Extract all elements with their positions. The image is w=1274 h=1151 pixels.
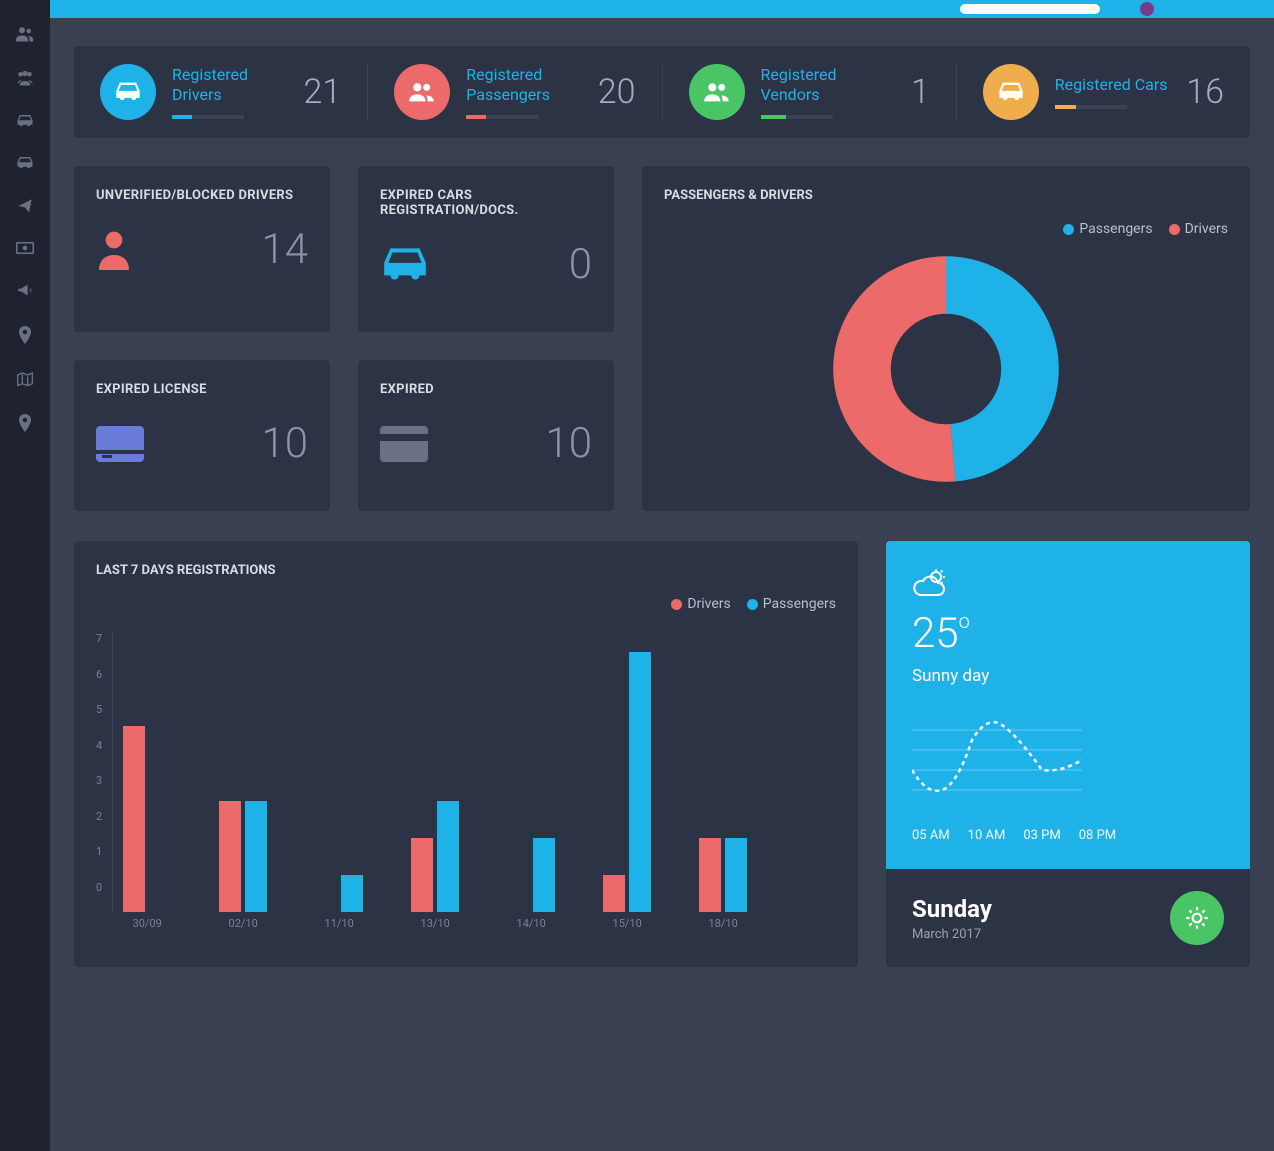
weather-card: 25o Sunny day 05 AM10 AM03 PM08 PM	[886, 541, 1250, 869]
nav-car-icon[interactable]	[16, 114, 34, 128]
weather-hours: 05 AM10 AM03 PM08 PM	[912, 828, 1224, 843]
weather-date: March 2017	[912, 927, 992, 942]
weather-sparkline	[912, 710, 1224, 810]
main-content: Registered Drivers 21 Registered Passeng…	[50, 18, 1274, 1151]
topbar	[0, 0, 1274, 18]
panel-title: LAST 7 DAYS REGISTRATIONS	[96, 563, 836, 578]
bar-chart: 76543210 30/0902/1011/1013/1014/1015/101…	[96, 632, 836, 912]
stat-value: 16	[1186, 72, 1224, 112]
weather-icon	[912, 567, 1224, 597]
stat-value: 1	[911, 72, 930, 112]
card-unverified[interactable]: UNVERIFIED/BLOCKED DRIVERS 14	[74, 166, 330, 332]
nav-map-icon[interactable]	[17, 372, 33, 386]
panel-title: PASSENGERS & DRIVERS	[664, 188, 1228, 203]
nav-pin2-icon[interactable]	[19, 414, 31, 432]
donut-legend: Passengers Drivers	[664, 221, 1228, 237]
stat-vendors[interactable]: Registered Vendors 1	[663, 64, 957, 120]
bar-legend: Drivers Passengers	[96, 596, 836, 612]
legend-passengers: Passengers	[1079, 221, 1152, 237]
card-value: 10	[261, 419, 308, 468]
nav-announce-icon[interactable]	[17, 282, 33, 298]
sidebar	[0, 0, 50, 1151]
stat-drivers[interactable]: Registered Drivers 21	[74, 64, 368, 120]
card-icon	[380, 426, 428, 462]
card-expired-license[interactable]: EXPIRED LICENSE 10	[74, 360, 330, 511]
stat-value: 21	[304, 72, 342, 112]
card-value: 10	[545, 419, 592, 468]
users-icon	[394, 64, 450, 120]
card-expired-cars[interactable]: EXPIRED CARS REGISTRATION/DOCS. 0	[358, 166, 614, 332]
card-title: UNVERIFIED/BLOCKED DRIVERS	[96, 188, 308, 203]
users-icon	[689, 64, 745, 120]
stat-passengers[interactable]: Registered Passengers 20	[368, 64, 662, 120]
car-icon	[983, 64, 1039, 120]
search-input[interactable]	[960, 4, 1100, 14]
sun-icon	[1170, 891, 1224, 945]
stats-row: Registered Drivers 21 Registered Passeng…	[74, 46, 1250, 138]
stat-label: Registered Passengers	[466, 65, 582, 105]
bar-panel: LAST 7 DAYS REGISTRATIONS Drivers Passen…	[74, 541, 858, 967]
nav-users-icon[interactable]	[16, 26, 34, 42]
user-avatar[interactable]	[1140, 2, 1154, 16]
user-icon	[96, 230, 132, 270]
donut-panel: PASSENGERS & DRIVERS Passengers Drivers	[642, 166, 1250, 511]
card-expired[interactable]: EXPIRED 10	[358, 360, 614, 511]
stat-value: 20	[598, 72, 636, 112]
card-value: 14	[261, 225, 308, 274]
card-title: EXPIRED LICENSE	[96, 382, 308, 397]
nav-money-icon[interactable]	[16, 242, 34, 254]
weather-desc: Sunny day	[912, 666, 1224, 686]
stat-label: Registered Drivers	[172, 65, 288, 105]
card-icon	[96, 426, 144, 462]
nav-group-icon[interactable]	[16, 70, 34, 86]
weather-temp: 25o	[912, 609, 1224, 658]
card-title: EXPIRED	[380, 382, 592, 397]
legend-drivers: Drivers	[687, 596, 730, 612]
car-icon	[380, 246, 430, 284]
nav-car2-icon[interactable]	[16, 156, 34, 170]
legend-drivers: Drivers	[1185, 221, 1228, 237]
donut-chart	[664, 249, 1228, 489]
card-title: EXPIRED CARS REGISTRATION/DOCS.	[380, 188, 592, 218]
stat-cars[interactable]: Registered Cars 16	[957, 64, 1250, 120]
nav-send-icon[interactable]	[17, 198, 33, 214]
stat-label: Registered Vendors	[761, 65, 895, 105]
nav-pin-icon[interactable]	[19, 326, 31, 344]
legend-passengers: Passengers	[763, 596, 836, 612]
weather-footer: Sunday March 2017	[886, 869, 1250, 967]
stat-label: Registered Cars	[1055, 75, 1171, 95]
card-value: 0	[569, 240, 592, 289]
car-icon	[100, 64, 156, 120]
weather-day: Sunday	[912, 895, 992, 923]
